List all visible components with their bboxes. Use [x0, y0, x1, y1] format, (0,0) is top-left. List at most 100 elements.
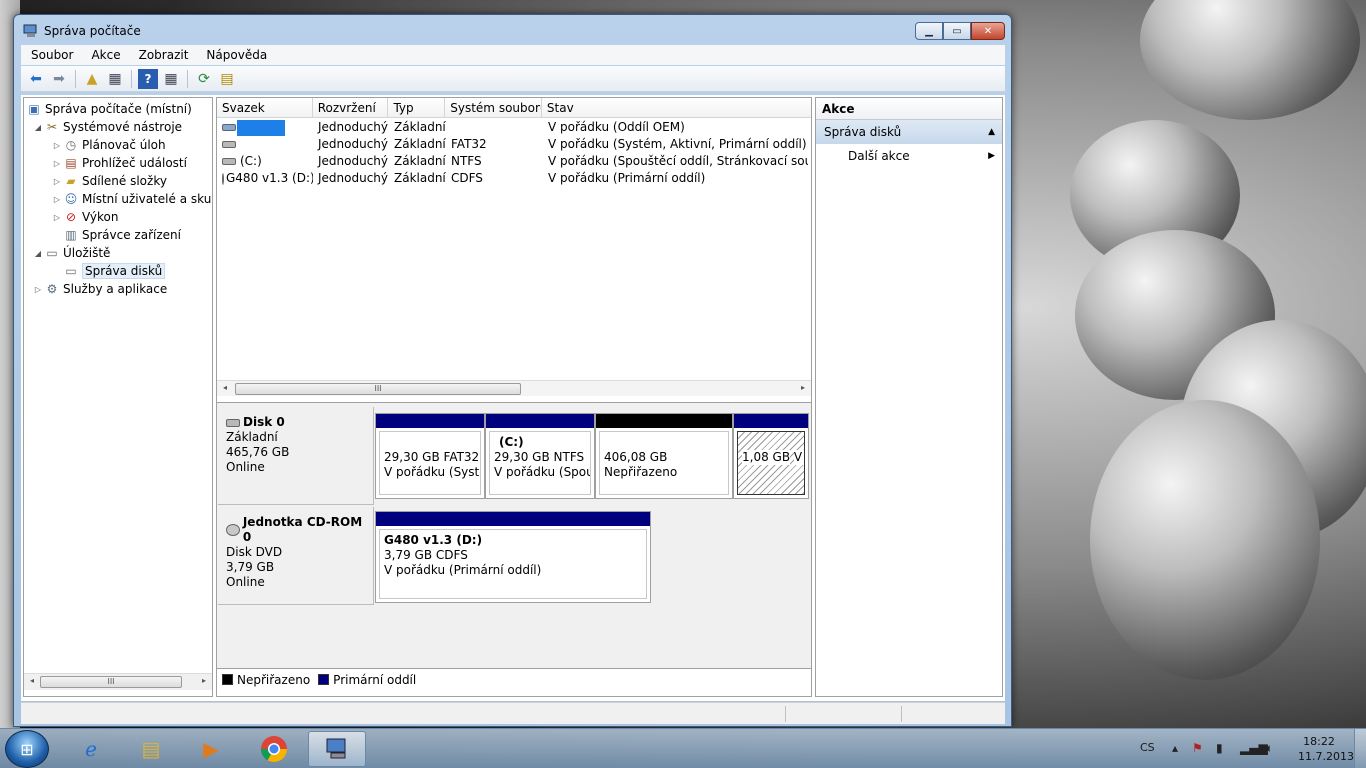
- column-layout[interactable]: Rozvržení: [313, 98, 389, 118]
- volume-row[interactable]: Jednoduchý Základní FAT32 V pořádku (Sys…: [217, 136, 811, 153]
- cdrom0-label[interactable]: Jednotka CD-ROM 0 Disk DVD 3,79 GB Onlin…: [218, 507, 374, 605]
- expand-icon[interactable]: ▷: [51, 159, 63, 168]
- partition-fat32[interactable]: 29,30 GB FAT32 V pořádku (Systém: [375, 413, 485, 499]
- collapse-icon[interactable]: ◢: [32, 123, 44, 132]
- scroll-left-arrow[interactable]: ◂: [26, 676, 38, 685]
- type-cell: Základní: [394, 137, 446, 151]
- expand-icon[interactable]: ▷: [51, 195, 63, 204]
- partition-title: [384, 435, 476, 450]
- disk-name: Jednotka CD-ROM 0: [242, 515, 363, 544]
- tree-item-task-scheduler[interactable]: ▷ ◷ Plánovač úloh: [51, 136, 166, 154]
- disk-size: 3,79 GB: [226, 560, 275, 574]
- tree-label: Správa počítače (místní): [45, 102, 192, 116]
- action-center-icon[interactable]: ⚑: [1192, 741, 1203, 755]
- volume-row[interactable]: G480 v1.3 (D:) Jednoduchý Základní CDFS …: [217, 170, 811, 187]
- show-hide-action-pane-icon[interactable]: ▦: [161, 69, 181, 89]
- scroll-left-arrow[interactable]: ◂: [219, 383, 231, 392]
- partition-cap: [486, 414, 594, 428]
- safely-remove-hardware-icon[interactable]: ▮: [1216, 741, 1223, 755]
- collapse-up-icon[interactable]: ▲: [988, 120, 995, 144]
- menu-view[interactable]: Zobrazit: [129, 48, 197, 62]
- internet-explorer-icon[interactable]: ℯ: [62, 731, 120, 767]
- show-desktop-button[interactable]: [1354, 729, 1366, 768]
- maximize-button[interactable]: ▭: [943, 22, 971, 40]
- up-folder-icon[interactable]: ▲: [82, 69, 102, 89]
- column-volume[interactable]: Svazek: [217, 98, 313, 118]
- title-bar[interactable]: Správa počítače ▁ ▭ ✕: [14, 15, 1011, 45]
- windows-explorer-icon[interactable]: ▤: [122, 731, 180, 767]
- show-hide-tree-icon[interactable]: ▦: [105, 69, 125, 89]
- clock[interactable]: 18:22 11.7.2013: [1298, 734, 1354, 764]
- taskbar: ⊞ ℯ ▤ ▶ CS ▴ ⚑ ▮ ▂▄▆ 🔈︎ 18:22 11.7.2013: [0, 728, 1366, 768]
- partition-c[interactable]: (C:) 29,30 GB NTFS V pořádku (Spouš: [485, 413, 595, 499]
- tree-item-disk-management[interactable]: ▭ Správa disků: [63, 262, 166, 280]
- chrome-logo: [260, 736, 288, 763]
- tree-item-storage[interactable]: ◢ ▭ Úložiště: [32, 244, 111, 262]
- volume-icon[interactable]: 🔈︎: [1266, 741, 1273, 756]
- file-system-cell: FAT32: [451, 137, 487, 151]
- actions-title: Akce: [816, 98, 1002, 120]
- computer-management-taskbar-button[interactable]: [308, 731, 366, 767]
- column-type[interactable]: Typ: [388, 98, 446, 118]
- volume-row[interactable]: (C:) Jednoduchý Základní NTFS V pořádku …: [217, 153, 811, 170]
- partition-title: G480 v1.3 (D:): [384, 533, 483, 547]
- actions-section-disk-management[interactable]: Správa disků ▲: [816, 120, 1002, 144]
- collapse-icon[interactable]: ◢: [32, 249, 44, 258]
- event-viewer-icon: ▤: [65, 156, 77, 170]
- storage-icon: ▭: [46, 246, 58, 260]
- minimize-button[interactable]: ▁: [915, 22, 943, 40]
- tree-item-system-tools[interactable]: ◢ ✂ Systémové nástroje: [32, 118, 182, 136]
- tree-item-computer-management[interactable]: ▣ Správa počítače (místní): [26, 100, 192, 118]
- scrollbar-thumb[interactable]: III: [40, 676, 182, 688]
- legend-primary: Primární oddíl: [333, 672, 417, 687]
- volume-row[interactable]: Jednoduchý Základní V pořádku (Oddíl OEM…: [217, 119, 811, 136]
- layout-cell: Jednoduchý: [318, 137, 389, 151]
- tree-item-performance[interactable]: ▷ ⊘ Výkon: [51, 208, 119, 226]
- help-icon[interactable]: ?: [138, 68, 158, 89]
- partition-unallocated[interactable]: 406,08 GB Nepřiřazeno: [595, 413, 733, 499]
- start-button[interactable]: ⊞: [5, 730, 49, 768]
- tools-icon: ✂: [46, 120, 58, 134]
- close-button[interactable]: ✕: [971, 22, 1005, 40]
- legend-unallocated: Nepřiřazeno: [237, 672, 311, 687]
- expand-icon[interactable]: ▷: [51, 177, 63, 186]
- actions-pane: Akce Správa disků ▲ Další akce ▶: [815, 97, 1003, 697]
- file-system-cell: CDFS: [451, 171, 483, 185]
- client-area: ▣ Správa počítače (místní) ◢ ✂ Systémové…: [21, 95, 1005, 701]
- tree-item-services-applications[interactable]: ▷ ⚙ Služby a aplikace: [32, 280, 167, 298]
- tree-item-local-users[interactable]: ▷ ☺ Místní uživatelé a skupiny: [51, 190, 212, 208]
- language-indicator[interactable]: CS: [1140, 741, 1155, 754]
- scroll-right-arrow[interactable]: ▸: [198, 676, 210, 685]
- expand-icon[interactable]: ▷: [51, 213, 63, 222]
- refresh-icon[interactable]: ⟳: [194, 69, 214, 89]
- menu-file[interactable]: Soubor: [21, 48, 81, 62]
- partition-oem[interactable]: 1,08 GB V pořádku (: [733, 413, 809, 499]
- chrome-icon[interactable]: [245, 731, 303, 767]
- expand-icon[interactable]: ▷: [32, 285, 44, 294]
- tree-horizontal-scrollbar[interactable]: ◂ III ▸: [24, 673, 212, 690]
- column-status[interactable]: Stav: [542, 98, 811, 118]
- tree-item-event-viewer[interactable]: ▷ ▤ Prohlížeč událostí: [51, 154, 187, 172]
- menu-action[interactable]: Akce: [81, 48, 128, 62]
- menu-help[interactable]: Nápověda: [196, 48, 275, 62]
- network-icon[interactable]: ▂▄▆: [1240, 741, 1268, 755]
- scrollbar-thumb[interactable]: III: [235, 383, 521, 395]
- media-player-icon[interactable]: ▶: [182, 731, 240, 767]
- volume-name: G480 v1.3 (D:): [226, 171, 313, 185]
- partition-cdrom-d[interactable]: G480 v1.3 (D:) 3,79 GB CDFS V pořádku (P…: [375, 511, 651, 603]
- actions-section-label: Správa disků: [824, 125, 902, 139]
- tree-item-device-manager[interactable]: ▥ Správce zařízení: [63, 226, 181, 244]
- back-icon[interactable]: ⬅: [26, 69, 46, 89]
- users-icon: ☺: [64, 192, 78, 206]
- disk0-label[interactable]: Disk 0 Základní 465,76 GB Online: [218, 407, 374, 505]
- tree-item-shared-folders[interactable]: ▷ ▰ Sdílené složky: [51, 172, 167, 190]
- column-file-system[interactable]: Systém souborů: [445, 98, 542, 118]
- partition-body: 1,08 GB V pořádku (: [737, 431, 805, 495]
- show-hidden-icons-arrow[interactable]: ▴: [1172, 741, 1178, 755]
- scroll-right-arrow[interactable]: ▸: [797, 383, 809, 392]
- volume-list-horizontal-scrollbar[interactable]: ◂ III ▸: [217, 380, 811, 396]
- forward-icon[interactable]: ➡: [49, 69, 69, 89]
- properties-icon[interactable]: ▤: [217, 69, 237, 89]
- more-actions-item[interactable]: Další akce ▶: [816, 144, 1002, 168]
- expand-icon[interactable]: ▷: [51, 141, 63, 150]
